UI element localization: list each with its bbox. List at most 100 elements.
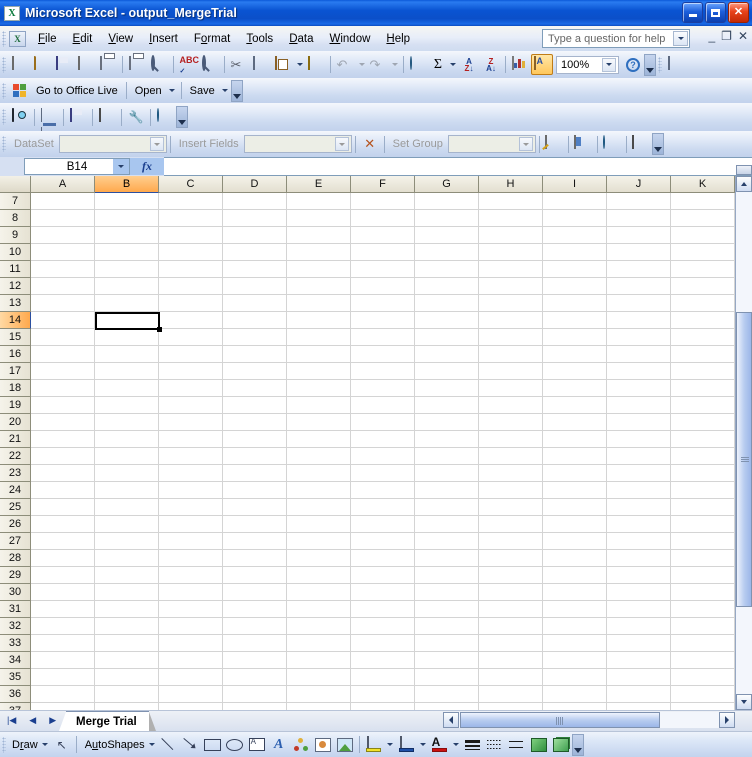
- cell-G32[interactable]: [415, 618, 479, 635]
- row-header-21[interactable]: 21: [0, 431, 31, 448]
- cell-J17[interactable]: [607, 363, 671, 380]
- menu-item-window[interactable]: Window: [322, 30, 379, 48]
- cell-C21[interactable]: [159, 431, 223, 448]
- row-header-20[interactable]: 20: [0, 414, 31, 431]
- cell-G21[interactable]: [415, 431, 479, 448]
- cell-E13[interactable]: [287, 295, 351, 312]
- row-header-33[interactable]: 33: [0, 635, 31, 652]
- cell-A25[interactable]: [31, 499, 95, 516]
- cell-I17[interactable]: [543, 363, 607, 380]
- cell-A23[interactable]: [31, 465, 95, 482]
- cell-F20[interactable]: [351, 414, 415, 431]
- first-sheet-button[interactable]: |◀: [3, 715, 20, 726]
- column-header-D[interactable]: D: [223, 176, 287, 193]
- sort-ascending-button[interactable]: A Z↓: [458, 54, 480, 75]
- cell-A16[interactable]: [31, 346, 95, 363]
- cell-G34[interactable]: [415, 652, 479, 669]
- undo-button[interactable]: ↶: [334, 54, 356, 75]
- vertical-scroll-thumb[interactable]: [736, 312, 752, 607]
- cell-F33[interactable]: [351, 635, 415, 652]
- cell-H19[interactable]: [479, 397, 543, 414]
- cell-A32[interactable]: [31, 618, 95, 635]
- standard-toolbar-grip[interactable]: [2, 56, 6, 73]
- cell-C24[interactable]: [159, 482, 223, 499]
- cell-G12[interactable]: [415, 278, 479, 295]
- cell-H17[interactable]: [479, 363, 543, 380]
- cell-A18[interactable]: [31, 380, 95, 397]
- row-header-24[interactable]: 24: [0, 482, 31, 499]
- cell-H33[interactable]: [479, 635, 543, 652]
- cell-C33[interactable]: [159, 635, 223, 652]
- cell-F27[interactable]: [351, 533, 415, 550]
- cell-B17[interactable]: [95, 363, 159, 380]
- cell-K26[interactable]: [671, 516, 735, 533]
- cell-A22[interactable]: [31, 448, 95, 465]
- row-header-11[interactable]: 11: [0, 261, 31, 278]
- cell-H14[interactable]: [479, 312, 543, 329]
- clip-art-tool[interactable]: [312, 735, 334, 755]
- cell-F22[interactable]: [351, 448, 415, 465]
- refresh-data-button[interactable]: [601, 134, 623, 155]
- cell-E33[interactable]: [287, 635, 351, 652]
- cell-G9[interactable]: [415, 227, 479, 244]
- cell-K25[interactable]: [671, 499, 735, 516]
- cell-K29[interactable]: [671, 567, 735, 584]
- cell-G8[interactable]: [415, 210, 479, 227]
- menu-item-format[interactable]: Format: [186, 30, 238, 48]
- column-header-I[interactable]: I: [543, 176, 607, 193]
- cell-C31[interactable]: [159, 601, 223, 618]
- cell-C8[interactable]: [159, 210, 223, 227]
- cell-E8[interactable]: [287, 210, 351, 227]
- row-header-29[interactable]: 29: [0, 567, 31, 584]
- vertical-scrollbar[interactable]: [735, 165, 752, 710]
- insert-fields-dropdown-arrow[interactable]: [334, 137, 349, 151]
- cell-D7[interactable]: [223, 193, 287, 210]
- cell-D36[interactable]: [223, 686, 287, 703]
- cell-I27[interactable]: [543, 533, 607, 550]
- cell-C15[interactable]: [159, 329, 223, 346]
- permission-button[interactable]: [75, 54, 97, 75]
- cell-D34[interactable]: [223, 652, 287, 669]
- cell-E17[interactable]: [287, 363, 351, 380]
- cell-E27[interactable]: [287, 533, 351, 550]
- cell-H20[interactable]: [479, 414, 543, 431]
- cell-C7[interactable]: [159, 193, 223, 210]
- cell-B10[interactable]: [95, 244, 159, 261]
- refresh-all-button[interactable]: [154, 107, 176, 128]
- cell-C16[interactable]: [159, 346, 223, 363]
- snapshot-button[interactable]: [9, 107, 31, 128]
- cell-H24[interactable]: [479, 482, 543, 499]
- sort-descending-button[interactable]: Z A↓: [480, 54, 502, 75]
- cell-I26[interactable]: [543, 516, 607, 533]
- row-header-26[interactable]: 26: [0, 516, 31, 533]
- cell-F15[interactable]: [351, 329, 415, 346]
- cell-A15[interactable]: [31, 329, 95, 346]
- office-live-open-arrow[interactable]: [167, 80, 178, 101]
- print-button[interactable]: [126, 54, 148, 75]
- doc-minimize-button[interactable]: _: [708, 30, 715, 42]
- cell-F31[interactable]: [351, 601, 415, 618]
- fill-color-dropdown-arrow[interactable]: [385, 734, 396, 755]
- cell-C14[interactable]: [159, 312, 223, 329]
- cell-A8[interactable]: [31, 210, 95, 227]
- dataset-toolbar-overflow[interactable]: [651, 133, 664, 155]
- cell-H32[interactable]: [479, 618, 543, 635]
- row-header-30[interactable]: 30: [0, 584, 31, 601]
- edit-design-button[interactable]: [543, 134, 565, 155]
- cell-E9[interactable]: [287, 227, 351, 244]
- cell-D18[interactable]: [223, 380, 287, 397]
- font-color-dropdown-arrow[interactable]: [451, 734, 462, 755]
- menu-grip-handle[interactable]: [2, 30, 6, 47]
- draw-dropdown-arrow[interactable]: [40, 734, 51, 755]
- autosum-dropdown-arrow[interactable]: [447, 54, 458, 75]
- cell-D21[interactable]: [223, 431, 287, 448]
- save-layout-button[interactable]: [38, 107, 60, 141]
- cell-K15[interactable]: [671, 329, 735, 346]
- cell-G36[interactable]: [415, 686, 479, 703]
- cell-G30[interactable]: [415, 584, 479, 601]
- menu-item-file[interactable]: File: [30, 30, 65, 48]
- cell-E28[interactable]: [287, 550, 351, 567]
- cell-A17[interactable]: [31, 363, 95, 380]
- list-toolbar-button[interactable]: [665, 54, 687, 75]
- column-header-J[interactable]: J: [607, 176, 671, 193]
